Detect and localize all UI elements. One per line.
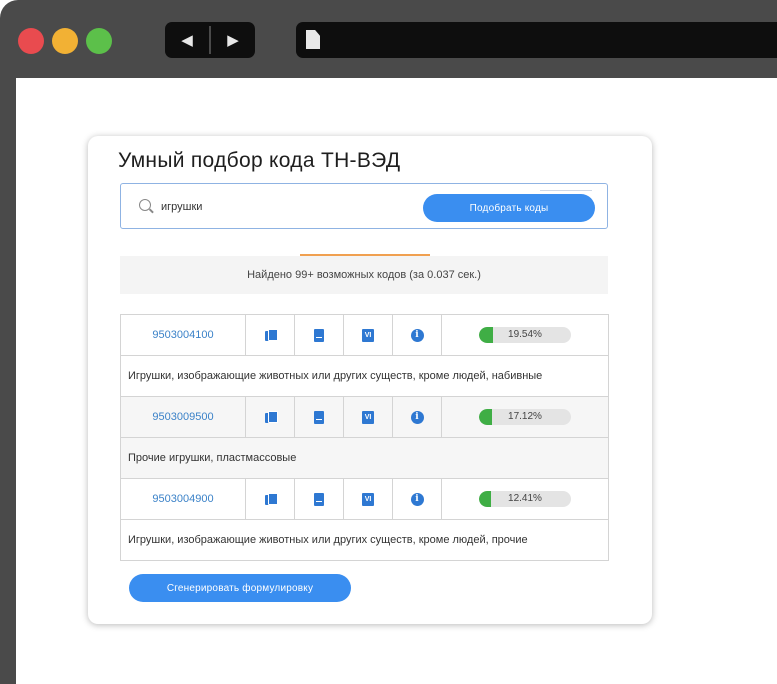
- forward-arrow-icon[interactable]: ▶: [211, 22, 255, 58]
- back-arrow-icon[interactable]: ◀: [165, 22, 209, 58]
- relevance-percent: 19.54%: [508, 329, 542, 340]
- copy-icon: [264, 329, 278, 341]
- vi-icon: VI: [362, 492, 374, 506]
- code-description: Прочие игрушки, пластмассовые: [121, 438, 608, 479]
- vi-button[interactable]: VI: [344, 397, 393, 437]
- search-icon: [139, 199, 151, 211]
- widget-title: Умный подбор кода ТН-ВЭД: [118, 149, 401, 172]
- relevance-bar: 19.54%: [479, 327, 571, 343]
- relevance-cell: 19.54%: [442, 315, 608, 355]
- navigation-buttons: ◀ ▶: [165, 22, 255, 58]
- info-button[interactable]: i: [393, 397, 442, 437]
- info-icon: i: [410, 492, 424, 506]
- vi-icon: VI: [362, 328, 374, 342]
- relevance-bar: 17.12%: [479, 409, 571, 425]
- page-icon: [306, 30, 320, 49]
- code-description: Игрушки, изображающие животных или други…: [121, 356, 608, 397]
- relevance-cell: 17.12%: [442, 397, 608, 437]
- vi-button[interactable]: VI: [344, 479, 393, 519]
- generate-wording-button[interactable]: Сгенерировать формулировку: [129, 574, 351, 602]
- info-icon: i: [410, 410, 424, 424]
- copy-icon: [264, 411, 278, 423]
- results-table: 9503004100 VI i 19.54% Игрушки, изобража…: [120, 314, 609, 561]
- address-bar[interactable]: [296, 22, 777, 58]
- table-row: 9503004100 VI i 19.54%: [121, 315, 608, 356]
- book-icon: [314, 492, 324, 506]
- pick-codes-button[interactable]: Подобрать коды: [423, 194, 595, 222]
- book-button[interactable]: [295, 397, 344, 437]
- vi-button[interactable]: VI: [344, 315, 393, 355]
- table-row: 9503004900 VI i 12.41%: [121, 479, 608, 520]
- copy-button[interactable]: [246, 397, 295, 437]
- vi-icon: VI: [362, 410, 374, 424]
- info-button[interactable]: i: [393, 479, 442, 519]
- book-button[interactable]: [295, 479, 344, 519]
- book-icon: [314, 328, 324, 342]
- book-button[interactable]: [295, 315, 344, 355]
- code-link[interactable]: 9503004100: [121, 315, 246, 355]
- relevance-percent: 17.12%: [508, 411, 542, 422]
- code-link[interactable]: 9503009500: [121, 397, 246, 437]
- copy-icon: [264, 493, 278, 505]
- relevance-percent: 12.41%: [508, 493, 542, 504]
- info-button[interactable]: i: [393, 315, 442, 355]
- maximize-window-button[interactable]: [86, 28, 112, 54]
- code-description: Игрушки, изображающие животных или други…: [121, 520, 608, 560]
- copy-button[interactable]: [246, 315, 295, 355]
- search-input[interactable]: [159, 196, 363, 218]
- decor-line: [540, 190, 592, 191]
- code-link[interactable]: 9503004900: [121, 479, 246, 519]
- book-icon: [314, 410, 324, 424]
- browser-toolbar: ◀ ▶: [0, 0, 777, 78]
- table-row: 9503009500 VI i 17.12%: [121, 397, 608, 438]
- results-summary: Найдено 99+ возможных кодов (за 0.037 се…: [120, 256, 608, 294]
- relevance-bar: 12.41%: [479, 491, 571, 507]
- close-window-button[interactable]: [18, 28, 44, 54]
- minimize-window-button[interactable]: [52, 28, 78, 54]
- browser-frame-edge: [0, 78, 16, 684]
- copy-button[interactable]: [246, 479, 295, 519]
- relevance-cell: 12.41%: [442, 479, 608, 519]
- info-icon: i: [410, 328, 424, 342]
